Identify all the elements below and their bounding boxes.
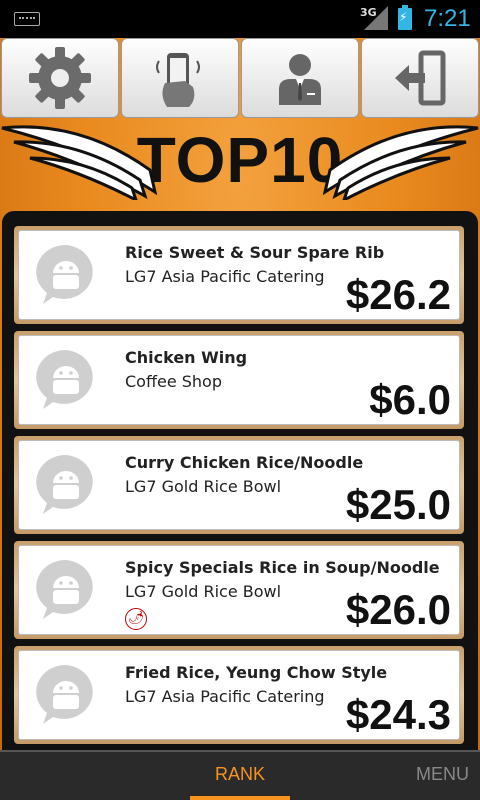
android-avatar-icon	[36, 244, 93, 304]
android-avatar-icon	[36, 664, 93, 724]
list-item[interactable]: Fried Rice, Yeung Chow Style LG7 Asia Pa…	[14, 646, 464, 744]
ranking-list[interactable]: Rice Sweet & Sour Spare Rib LG7 Asia Pac…	[14, 226, 464, 750]
tab-rank[interactable]: RANK	[190, 764, 290, 785]
item-name: Chicken Wing	[125, 348, 248, 367]
toolbar	[0, 38, 480, 118]
main-content: TOP10 Rice Sweet & Sour Spare Rib LG7 As…	[0, 38, 480, 750]
list-item[interactable]: Spicy Specials Rice in Soup/Noodle LG7 G…	[14, 541, 464, 639]
clock: 7:21	[424, 5, 471, 32]
item-shop: LG7 Gold Rice Bowl	[125, 477, 282, 496]
android-avatar-icon	[36, 454, 93, 514]
item-price: $6.0	[369, 376, 451, 423]
item-shop: LG7 Asia Pacific Catering	[125, 267, 325, 286]
item-price: $26.0	[345, 586, 451, 633]
shake-button[interactable]	[121, 38, 239, 118]
keyboard-icon	[14, 12, 40, 26]
logout-icon	[395, 50, 446, 106]
phone-shake-icon	[156, 53, 200, 107]
gear-icon	[29, 47, 91, 109]
logout-button[interactable]	[361, 38, 479, 118]
item-name: Rice Sweet & Sour Spare Rib	[125, 243, 385, 262]
user-profile-icon	[279, 54, 321, 105]
item-name: Curry Chicken Rice/Noodle	[125, 453, 364, 472]
right-wing-icon	[322, 125, 479, 200]
item-shop: LG7 Asia Pacific Catering	[125, 687, 325, 706]
settings-button[interactable]	[1, 38, 119, 118]
list-item[interactable]: Rice Sweet & Sour Spare Rib LG7 Asia Pac…	[14, 226, 464, 324]
android-avatar-icon	[36, 559, 93, 619]
item-shop: Coffee Shop	[125, 372, 222, 391]
item-name: Fried Rice, Yeung Chow Style	[125, 663, 388, 682]
battery-icon	[398, 5, 412, 30]
top10-banner: TOP10	[0, 118, 480, 210]
android-avatar-icon	[36, 349, 93, 409]
chili-icon: 🌶	[125, 608, 147, 630]
item-name: Spicy Specials Rice in Soup/Noodle	[125, 558, 440, 577]
active-tab-indicator	[190, 796, 290, 800]
status-bar: 3G 7:21	[0, 0, 480, 38]
profile-button[interactable]	[241, 38, 359, 118]
item-price: $26.2	[345, 271, 451, 318]
list-item[interactable]: Curry Chicken Rice/Noodle LG7 Gold Rice …	[14, 436, 464, 534]
item-price: $24.3	[345, 691, 451, 738]
bottom-tab-bar: RANK MENU	[0, 750, 480, 800]
network-type: 3G	[360, 6, 377, 19]
item-price: $25.0	[345, 481, 451, 528]
list-item[interactable]: Chicken Wing Coffee Shop $6.0	[14, 331, 464, 429]
tab-menu[interactable]: MENU	[416, 764, 469, 785]
item-shop: LG7 Gold Rice Bowl	[125, 582, 282, 601]
